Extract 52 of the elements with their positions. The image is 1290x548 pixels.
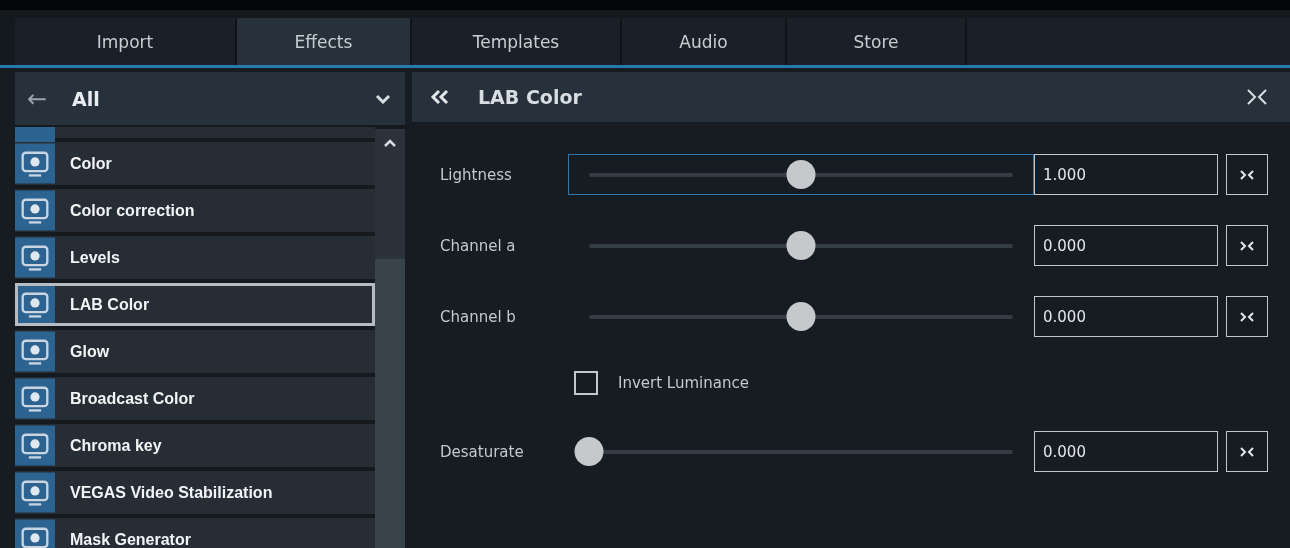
effect-icon bbox=[15, 471, 55, 514]
effect-item[interactable]: VEGAS Video Stabilization bbox=[15, 471, 375, 514]
scroll-up-icon[interactable] bbox=[384, 139, 396, 147]
effect-icon bbox=[15, 377, 55, 420]
value-field[interactable]: 0.000 bbox=[1034, 225, 1218, 266]
tab[interactable]: Effects bbox=[237, 18, 412, 65]
scrollbar[interactable] bbox=[375, 129, 405, 548]
effect-icon bbox=[15, 142, 55, 185]
slider-label: Channel a bbox=[440, 236, 517, 255]
effect-icon bbox=[15, 424, 55, 467]
reset-icon[interactable] bbox=[1246, 88, 1268, 106]
effect-icon bbox=[15, 283, 55, 326]
reset-button[interactable] bbox=[1226, 154, 1268, 195]
panel-title: LAB Color bbox=[478, 86, 583, 108]
chevron-down-icon[interactable] bbox=[375, 93, 391, 104]
effect-item[interactable]: Broadcast Color bbox=[15, 377, 375, 420]
reset-icon bbox=[1239, 239, 1255, 252]
slider-thumb[interactable] bbox=[786, 159, 816, 189]
tab[interactable]: Audio bbox=[622, 18, 787, 65]
checkbox-label: Invert Luminance bbox=[618, 374, 749, 392]
slider-thumb[interactable] bbox=[786, 230, 816, 260]
reset-button[interactable] bbox=[1226, 225, 1268, 266]
effect-item[interactable]: Color bbox=[15, 142, 375, 185]
slider-thumb[interactable] bbox=[786, 301, 816, 331]
reset-button[interactable] bbox=[1226, 296, 1268, 337]
slider-label: Lightness bbox=[440, 165, 513, 184]
category-label: All bbox=[72, 87, 101, 110]
slider-label: Desaturate bbox=[440, 442, 525, 461]
effect-icon bbox=[15, 330, 55, 373]
reset-icon bbox=[1239, 445, 1255, 458]
effect-icon bbox=[15, 189, 55, 232]
effect-item[interactable]: Mask Generator bbox=[15, 518, 375, 548]
effect-item[interactable]: LAB Color bbox=[15, 283, 375, 326]
slider-label: Channel b bbox=[440, 307, 517, 326]
tab[interactable]: Templates bbox=[412, 18, 622, 65]
effect-item[interactable]: Color correction bbox=[15, 189, 375, 232]
reset-button[interactable] bbox=[1226, 431, 1268, 472]
tab[interactable]: Store bbox=[787, 18, 967, 65]
tab[interactable]: Import bbox=[15, 18, 237, 65]
checkbox[interactable] bbox=[574, 371, 598, 395]
value-field[interactable]: 0.000 bbox=[1034, 296, 1218, 337]
reset-icon bbox=[1239, 168, 1255, 181]
effect-item[interactable]: Chroma key bbox=[15, 424, 375, 467]
slider[interactable] bbox=[568, 154, 1034, 195]
value-field[interactable]: 0.000 bbox=[1034, 431, 1218, 472]
value-field[interactable]: 1.000 bbox=[1034, 154, 1218, 195]
back-button[interactable]: ← bbox=[27, 84, 72, 113]
effect-item[interactable]: Levels bbox=[15, 236, 375, 279]
effect-icon bbox=[15, 236, 55, 279]
effect-item[interactable]: Glow bbox=[15, 330, 375, 373]
reset-icon bbox=[1239, 310, 1255, 323]
slider-thumb[interactable] bbox=[574, 436, 604, 466]
